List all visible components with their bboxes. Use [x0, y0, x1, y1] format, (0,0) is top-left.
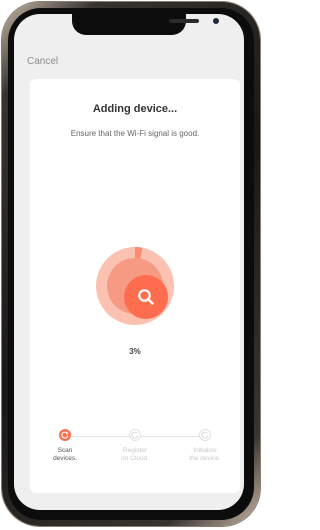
- progress-ring: [96, 247, 174, 325]
- page-title: Adding device...: [92, 103, 178, 115]
- step-scan-devices: Scan devices.: [35, 429, 95, 463]
- cancel-button[interactable]: Cancel: [27, 56, 58, 67]
- step-label-line1: Register: [122, 447, 148, 454]
- search-button: [124, 275, 168, 319]
- refresh-icon: [129, 429, 141, 441]
- step-label-line1: Scan: [57, 447, 73, 454]
- search-icon: [138, 289, 154, 305]
- page-subtitle: Ensure that the Wi-Fi signal is good.: [70, 129, 200, 138]
- step-label-line1: Initialize: [193, 447, 217, 454]
- step-label-line2: the device.: [189, 455, 221, 462]
- step-register-cloud: Register on Cloud.: [105, 429, 165, 463]
- step-label-line2: devices.: [53, 455, 77, 462]
- progress-ring-inner: [107, 258, 168, 319]
- speaker-grille: [169, 19, 199, 23]
- refresh-icon: [59, 429, 71, 441]
- step-initialize-device: Initialize the device.: [175, 429, 235, 463]
- refresh-icon: [199, 429, 211, 441]
- phone-notch: [72, 14, 219, 35]
- app-screen: Cancel Adding device... Ensure that the …: [14, 14, 244, 510]
- adding-device-card: Adding device... Ensure that the Wi-Fi s…: [30, 79, 240, 493]
- step-label-line2: on Cloud.: [121, 455, 149, 462]
- front-camera: [213, 18, 219, 24]
- progress-percent: 3%: [129, 347, 141, 356]
